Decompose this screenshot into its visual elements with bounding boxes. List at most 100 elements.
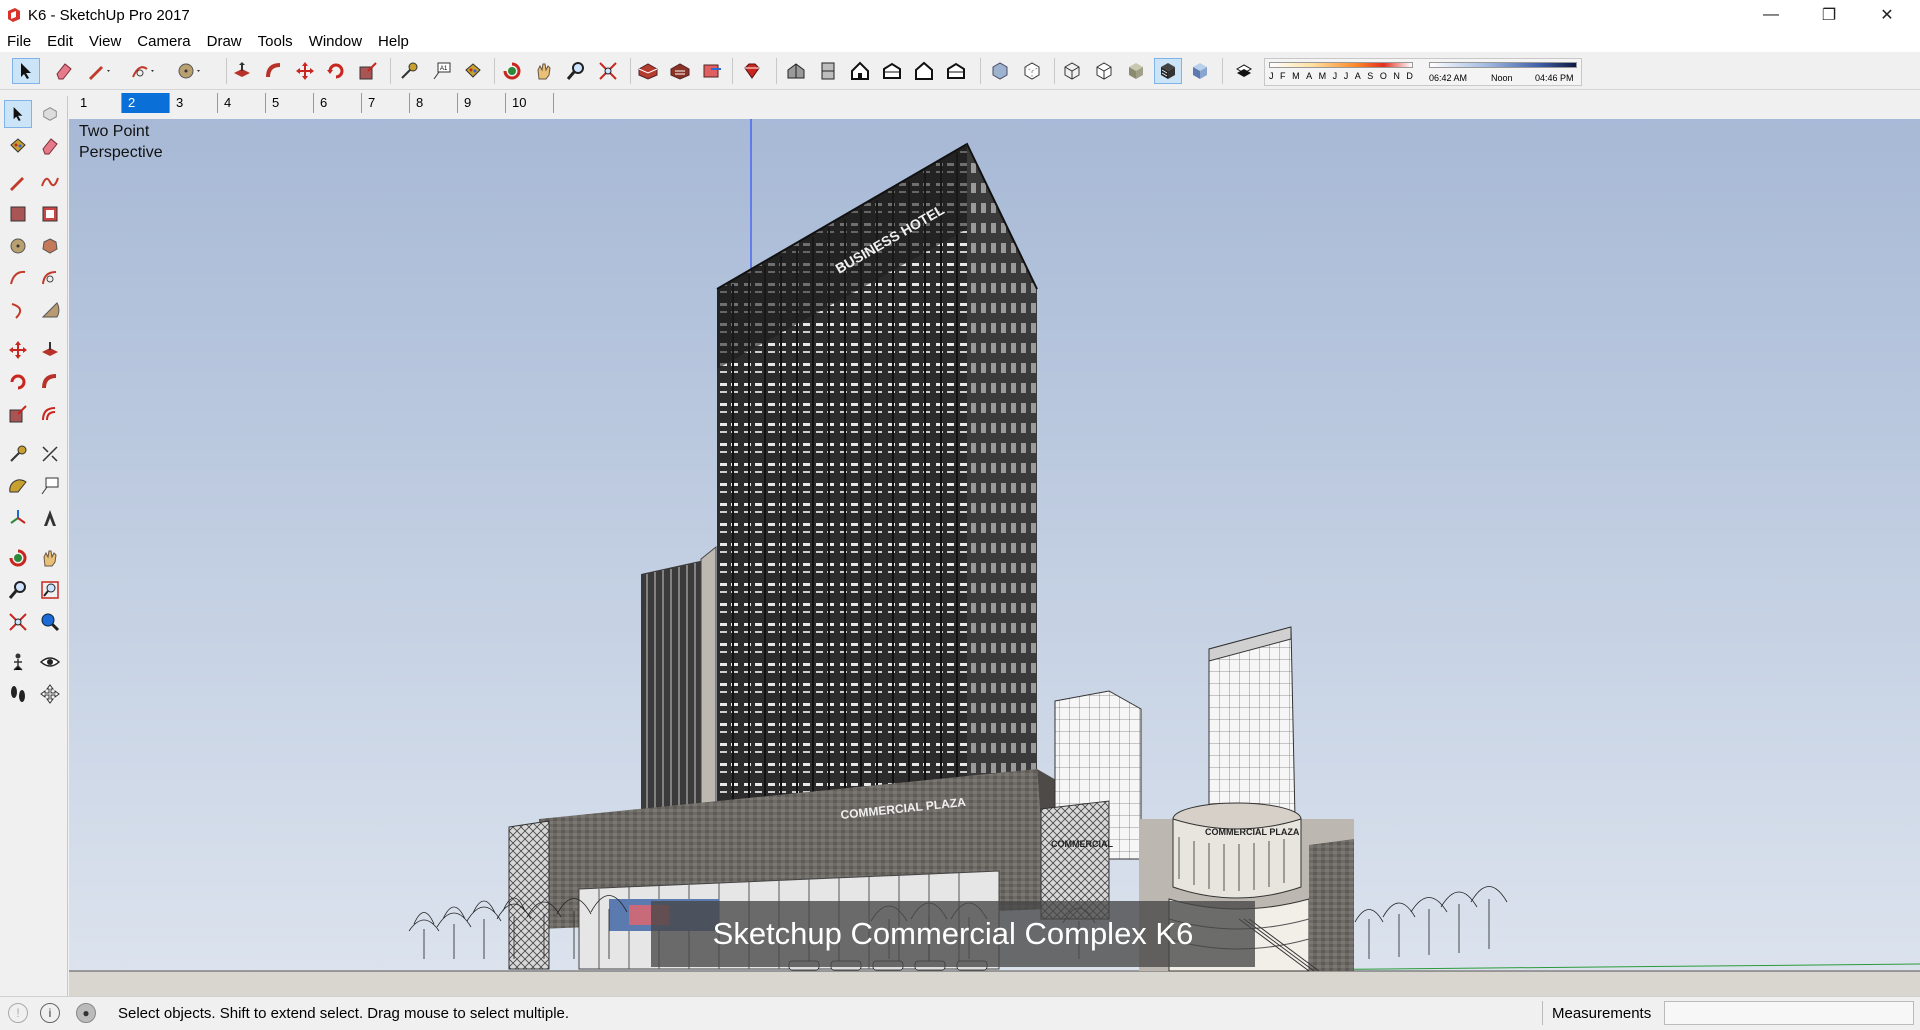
scale-tool-button[interactable]	[354, 58, 382, 84]
zoom-extents-button[interactable]	[594, 58, 622, 84]
rotate-tool-button[interactable]	[322, 58, 350, 84]
orbit-button[interactable]	[498, 58, 526, 84]
palette-look-around-button[interactable]	[36, 648, 64, 676]
shadows-toggle-button[interactable]	[1230, 58, 1258, 84]
back-edges-button[interactable]	[1018, 58, 1046, 84]
modeling-viewport[interactable]: BUSINESS HOTEL COMMERCIAL PLAZA COMMERCI…	[69, 119, 1920, 996]
scene-tab-6[interactable]: 6	[314, 93, 362, 113]
move-tool-button[interactable]	[291, 58, 319, 84]
top-view-button[interactable]	[814, 58, 842, 84]
shaded-textures-button[interactable]	[1154, 58, 1182, 84]
paint-bucket-button[interactable]	[459, 58, 487, 84]
menu-edit[interactable]: Edit	[39, 33, 81, 50]
palette-axes-button[interactable]	[4, 504, 32, 532]
tape-measure-button[interactable]	[395, 58, 423, 84]
palette-eraser-button[interactable]	[36, 132, 64, 160]
measurements-input[interactable]	[1664, 1001, 1914, 1025]
line-tool-button[interactable]	[86, 58, 114, 84]
palette-pan-button[interactable]	[36, 544, 64, 572]
eraser-tool-button[interactable]	[50, 58, 78, 84]
scene-tab-2[interactable]: 2	[122, 93, 170, 113]
menu-view[interactable]: View	[81, 33, 129, 50]
shaded-button[interactable]	[1122, 58, 1150, 84]
palette-offset-button[interactable]	[36, 400, 64, 428]
scene-tab-10[interactable]: 10	[506, 93, 554, 113]
palette-move-button[interactable]	[4, 336, 32, 364]
palette-line-button[interactable]	[4, 168, 32, 196]
palette-rotate-button[interactable]	[4, 368, 32, 396]
back-view-button[interactable]	[910, 58, 938, 84]
palette-orbit-button[interactable]	[4, 544, 32, 572]
palette-zoom-button[interactable]	[4, 576, 32, 604]
shadow-cube-icon	[1235, 64, 1253, 77]
palette-select-button[interactable]	[4, 100, 32, 128]
pan-button[interactable]	[530, 58, 558, 84]
palette-tape-button[interactable]	[4, 440, 32, 468]
shapes-tool-button[interactable]	[176, 58, 204, 84]
palette-push-pull-button[interactable]	[36, 336, 64, 364]
date-slider[interactable]	[1269, 62, 1413, 68]
push-pull-button[interactable]	[228, 58, 256, 84]
scene-tab-3[interactable]: 3	[170, 93, 218, 113]
menu-camera[interactable]: Camera	[129, 33, 198, 50]
front-view-button[interactable]	[846, 58, 874, 84]
palette-2pt-arc-button[interactable]	[36, 264, 64, 292]
palette-position-camera-button[interactable]	[4, 648, 32, 676]
scene-tab-4[interactable]: 4	[218, 93, 266, 113]
menu-window[interactable]: Window	[301, 33, 370, 50]
palette-circle-button[interactable]	[4, 232, 32, 260]
palette-scale-button[interactable]	[4, 400, 32, 428]
menu-file[interactable]: File	[0, 33, 39, 50]
share-model-button[interactable]	[698, 58, 726, 84]
palette-arc-button[interactable]	[4, 264, 32, 292]
palette-dimension-button[interactable]	[36, 440, 64, 468]
xray-button[interactable]	[986, 58, 1014, 84]
zoom-button[interactable]	[562, 58, 590, 84]
credits-icon[interactable]: i	[40, 1003, 60, 1023]
ruby-console-button[interactable]	[738, 58, 766, 84]
minimize-button[interactable]: —	[1742, 0, 1800, 30]
scene-tab-5[interactable]: 5	[266, 93, 314, 113]
palette-rotated-rect-button[interactable]	[36, 200, 64, 228]
menu-tools[interactable]: Tools	[250, 33, 301, 50]
time-slider[interactable]	[1429, 62, 1577, 68]
palette-protractor-button[interactable]	[4, 472, 32, 500]
palette-component-button[interactable]	[36, 100, 64, 128]
right-view-button[interactable]	[878, 58, 906, 84]
select-tool-button[interactable]	[12, 58, 40, 84]
scene-tab-7[interactable]: 7	[362, 93, 410, 113]
wireframe-button[interactable]	[1058, 58, 1086, 84]
text-tool-button[interactable]: A1	[428, 58, 456, 84]
palette-rectangle-button[interactable]	[4, 200, 32, 228]
menu-help[interactable]: Help	[370, 33, 417, 50]
palette-3d-text-button[interactable]	[36, 504, 64, 532]
scene-tab-9[interactable]: 9	[458, 93, 506, 113]
palette-section-plane-button[interactable]	[36, 680, 64, 708]
palette-follow-me-button[interactable]	[36, 368, 64, 396]
hidden-line-button[interactable]	[1090, 58, 1118, 84]
palette-freehand-button[interactable]	[36, 168, 64, 196]
menu-draw[interactable]: Draw	[199, 33, 250, 50]
palette-paint-button[interactable]	[4, 132, 32, 160]
maximize-button[interactable]: ❐	[1800, 0, 1858, 30]
palette-text-button[interactable]	[36, 472, 64, 500]
left-view-button[interactable]	[942, 58, 970, 84]
palette-zoom-extents-button[interactable]	[4, 608, 32, 636]
follow-me-button[interactable]	[260, 58, 288, 84]
scene-tab-8[interactable]: 8	[410, 93, 458, 113]
palette-3pt-arc-button[interactable]	[4, 296, 32, 324]
scene-tab-1[interactable]: 1	[74, 93, 122, 113]
palette-polygon-button[interactable]	[36, 232, 64, 260]
monochrome-button[interactable]	[1186, 58, 1214, 84]
palette-previous-view-button[interactable]	[36, 608, 64, 636]
geo-location-icon[interactable]: !	[8, 1003, 28, 1023]
palette-pie-button[interactable]	[36, 296, 64, 324]
arc-tool-button[interactable]	[130, 58, 158, 84]
user-account-icon[interactable]: ●	[76, 1003, 96, 1023]
palette-zoom-window-button[interactable]	[36, 576, 64, 604]
palette-walk-button[interactable]	[4, 680, 32, 708]
extension-warehouse-button[interactable]	[666, 58, 694, 84]
close-button[interactable]: ✕	[1858, 0, 1916, 30]
iso-view-button[interactable]	[782, 58, 810, 84]
warehouse-button[interactable]	[634, 58, 662, 84]
